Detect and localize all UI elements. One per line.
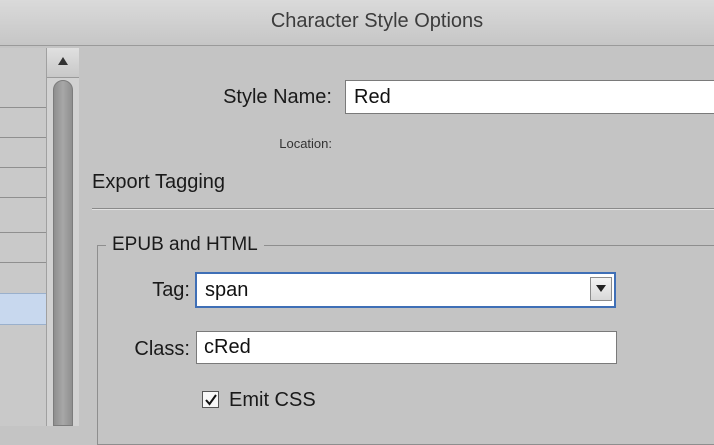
dropdown-button[interactable]: [590, 277, 612, 301]
style-name-label: Style Name:: [223, 86, 332, 108]
style-list[interactable]: [0, 48, 46, 426]
triangle-down-icon: [596, 285, 606, 292]
tag-select-value: span: [205, 279, 249, 301]
emit-css-checkbox[interactable]: [202, 391, 219, 408]
title-bar: Character Style Options: [0, 0, 714, 46]
section-heading: Export Tagging: [92, 171, 226, 193]
list-row-divider: [0, 107, 46, 108]
emit-css-label[interactable]: Emit CSS: [229, 389, 316, 412]
list-scrollbar[interactable]: [46, 48, 79, 426]
list-row-divider: [0, 262, 46, 263]
list-item-selected[interactable]: [0, 293, 46, 325]
group-title: EPUB and HTML: [106, 234, 264, 256]
list-row-divider: [0, 137, 46, 138]
scroll-thumb[interactable]: [53, 80, 73, 426]
scroll-up-button[interactable]: [47, 48, 79, 78]
list-row-divider: [0, 197, 46, 198]
class-input[interactable]: cRed: [196, 331, 617, 364]
style-name-input[interactable]: Red: [345, 80, 714, 114]
window-title: Character Style Options: [270, 10, 484, 32]
triangle-up-icon: [58, 57, 68, 65]
class-label: Class:: [134, 338, 190, 360]
section-divider: [92, 208, 714, 210]
checkmark-icon: [205, 394, 217, 406]
list-row-divider: [0, 167, 46, 168]
location-label: Location:: [279, 136, 332, 151]
tag-select[interactable]: span: [195, 272, 616, 308]
tag-label: Tag:: [152, 279, 190, 301]
list-row-divider: [0, 232, 46, 233]
